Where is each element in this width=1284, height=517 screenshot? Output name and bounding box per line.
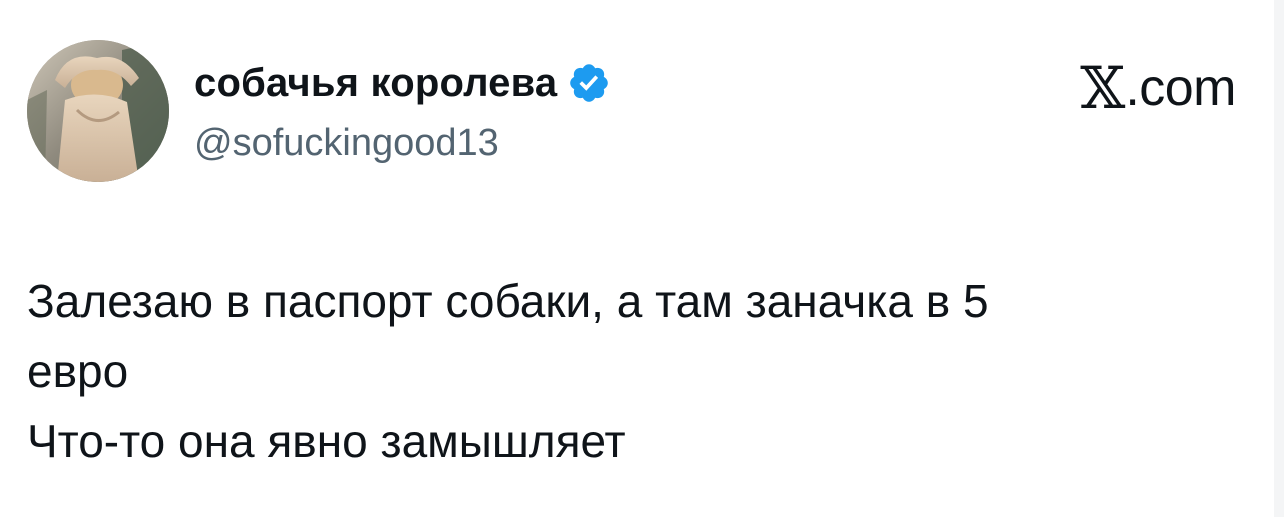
- author-name-row: собачья королева: [194, 58, 611, 108]
- brand-domain: .com: [1125, 59, 1236, 117]
- tweet-text: Залезаю в паспорт собаки, а там заначка …: [27, 266, 1207, 476]
- author-display-name[interactable]: собачья королева: [194, 58, 557, 108]
- tweet-text-line: Что-то она явно замышляет: [27, 415, 626, 467]
- tweet-text-line: евро: [27, 345, 129, 397]
- verified-badge-icon: [567, 61, 611, 105]
- tweet-card: собачья королева @sofuckingood13 𝕏 .com …: [0, 0, 1284, 517]
- x-logo-icon: 𝕏: [1080, 54, 1126, 122]
- avatar-photo-icon: [27, 40, 169, 182]
- tweet-text-line: Залезаю в паспорт собаки, а там заначка …: [27, 275, 989, 327]
- x-brand-logo: 𝕏 .com: [1080, 58, 1236, 118]
- author-handle[interactable]: @sofuckingood13: [194, 120, 499, 166]
- card-edge-divider: [1274, 0, 1284, 517]
- author-avatar[interactable]: [27, 40, 169, 182]
